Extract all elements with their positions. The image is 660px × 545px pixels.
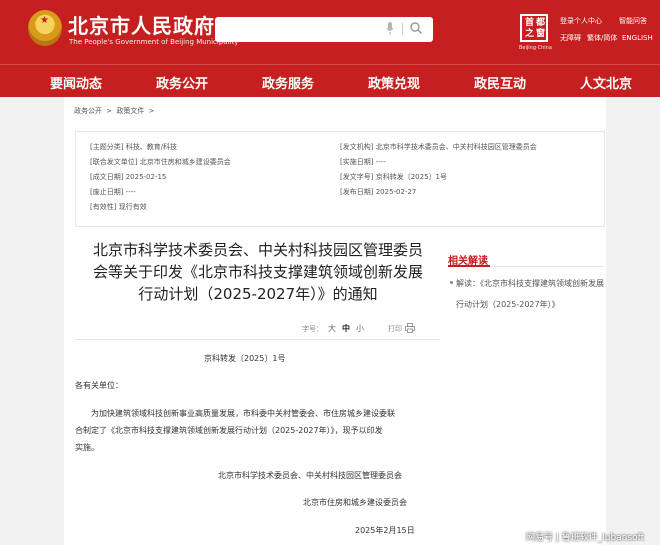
seal-char: 都 (536, 18, 546, 28)
meta-label: [主题分类] (90, 143, 124, 151)
seal-char: 窗 (536, 29, 546, 39)
title-line: 会等关于印发《北京市科技支撑建筑领域创新发展 (92, 263, 423, 281)
capital-window-logo[interactable]: 首 都 之 窗 (520, 14, 548, 42)
font-size-medium-button[interactable]: 中 (342, 323, 350, 334)
meta-label: [成文日期] (90, 173, 124, 181)
page-margin-left (0, 97, 64, 545)
meta-created: [成文日期] 2025-02-15 (90, 172, 166, 182)
meta-value: 现行有效 (118, 203, 147, 211)
seal-char: 之 (525, 29, 535, 39)
font-size-large-button[interactable]: 大 (328, 323, 336, 334)
meta-joint: [联合发文单位] 北京市住房和城乡建设委员会 (90, 157, 231, 167)
meta-value: 北京市科学技术委员会、中关村科技园区管理委员会 (375, 143, 537, 151)
nav-item-gov-affairs[interactable]: 政务公开 (156, 73, 208, 92)
nav-item-news[interactable]: 要闻动态 (50, 73, 102, 92)
seal-char: 首 (525, 18, 535, 28)
meta-value: ---- (375, 158, 386, 166)
meta-issuer: [发文机构] 北京市科学技术委员会、中关村科技园区管理委员会 (340, 142, 537, 152)
page-margin-right (606, 97, 660, 545)
breadcrumb-separator: > (148, 107, 155, 115)
login-link[interactable]: 登录个人中心 (560, 17, 602, 26)
meta-value: 2025-02-27 (375, 188, 417, 196)
document-number: 京科转发〔2025〕1号 (204, 354, 286, 363)
meta-validity: [有效性] 现行有效 (90, 202, 147, 212)
title-line: 行动计划（2025-2027年）》的通知 (138, 285, 378, 303)
search-input[interactable] (215, 17, 433, 42)
meta-label: [实施日期] (340, 158, 374, 166)
trad-simp-link[interactable]: 繁体/简体 (587, 34, 617, 43)
meta-docno: [发文字号] 京科转发〔2025〕1号 (340, 172, 447, 182)
meta-label: [联合发文单位] (90, 158, 138, 166)
printer-icon[interactable] (405, 323, 415, 333)
smart-qa-link[interactable]: 智能问答 (619, 17, 647, 26)
meta-label: [废止日期] (90, 188, 124, 196)
site-header: ★ 北京市人民政府 The People's Government of Bei… (0, 0, 660, 64)
nav-item-interaction[interactable]: 政民互动 (474, 73, 526, 92)
nav-item-culture[interactable]: 人文北京 (580, 73, 632, 92)
breadcrumb-separator: > (106, 107, 113, 115)
nav-item-gov-services[interactable]: 政务服务 (262, 73, 314, 92)
meta-repeal: [废止日期] ---- (90, 187, 136, 197)
national-emblem-icon: ★ (28, 10, 62, 46)
meta-value: 北京市住房和城乡建设委员会 (139, 158, 231, 166)
sidebar-title-underline (448, 265, 490, 267)
meta-label: [发文字号] (340, 173, 374, 181)
meta-value: 2025-02-15 (125, 173, 167, 181)
breadcrumb-item-policy-docs[interactable]: 政策文件 (116, 107, 144, 115)
nav-item-policy[interactable]: 政策兑现 (368, 73, 420, 92)
meta-value: ---- (125, 188, 136, 196)
body-paragraph-line: 合制定了《北京市科技支撑建筑领域创新发展行动计划（2025-2027年）》，现予… (75, 426, 383, 435)
site-subtitle: The People's Government of Beijing Munic… (69, 38, 239, 46)
site-title[interactable]: 北京市人民政府 (68, 10, 215, 39)
search-icon[interactable] (409, 21, 423, 35)
body-paragraph-line: 为加快建筑领域科技创新事业高质量发展，市科委中关村管委会、市住房城乡建设委联 (91, 409, 395, 418)
print-label[interactable]: 打印 (388, 324, 402, 334)
meta-published: [发布日期] 2025-02-27 (340, 187, 416, 197)
breadcrumb: 政务公开 > 政策文件 > (74, 106, 156, 116)
related-interpretation-link[interactable]: 解读：《北京市科技支撑建筑领域创新发展行动计划（2025-2027年）》 (456, 273, 604, 315)
divider (75, 339, 440, 340)
meta-effective: [实施日期] ---- (340, 157, 386, 167)
font-size-small-button[interactable]: 小 (356, 323, 364, 334)
accessibility-link[interactable]: 无障碍 (560, 34, 581, 43)
meta-value: 科技、教育/科技 (125, 143, 178, 151)
meta-label: [有效性] (90, 203, 117, 211)
breadcrumb-item-gov-affairs[interactable]: 政务公开 (74, 107, 102, 115)
meta-label: [发布日期] (340, 188, 374, 196)
body-paragraph-line: 实施。 (75, 443, 99, 452)
meta-topic: [主题分类] 科技、教育/科技 (90, 142, 177, 152)
signer-2: 北京市住房和城乡建设委员会 (303, 498, 407, 507)
meta-value: 京科转发〔2025〕1号 (375, 173, 447, 181)
english-link[interactable]: ENGLISH (622, 34, 653, 43)
sign-date: 2025年2月15日 (355, 526, 415, 535)
seal-caption: Beijing·China (519, 45, 552, 51)
signer-1: 北京市科学技术委员会、中关村科技园区管理委员会 (218, 471, 402, 480)
watermark: 网易号 | 鲁班软件_lubansoft (526, 533, 645, 543)
meta-label: [发文机构] (340, 143, 374, 151)
salutation: 各有关单位： (75, 381, 123, 390)
document-title: 北京市科学技术委员会、中关村科技园区管理委员 会等关于印发《北京市科技支撑建筑领… (78, 239, 438, 305)
font-size-label: 字号： (302, 325, 323, 333)
main-nav: 要闻动态 政务公开 政务服务 政策兑现 政民互动 人文北京 (0, 64, 660, 97)
bullet-icon (450, 281, 453, 284)
search-divider (402, 23, 403, 35)
microphone-icon[interactable] (386, 22, 394, 36)
title-line: 北京市科学技术委员会、中关村科技园区管理委员 (92, 241, 423, 259)
